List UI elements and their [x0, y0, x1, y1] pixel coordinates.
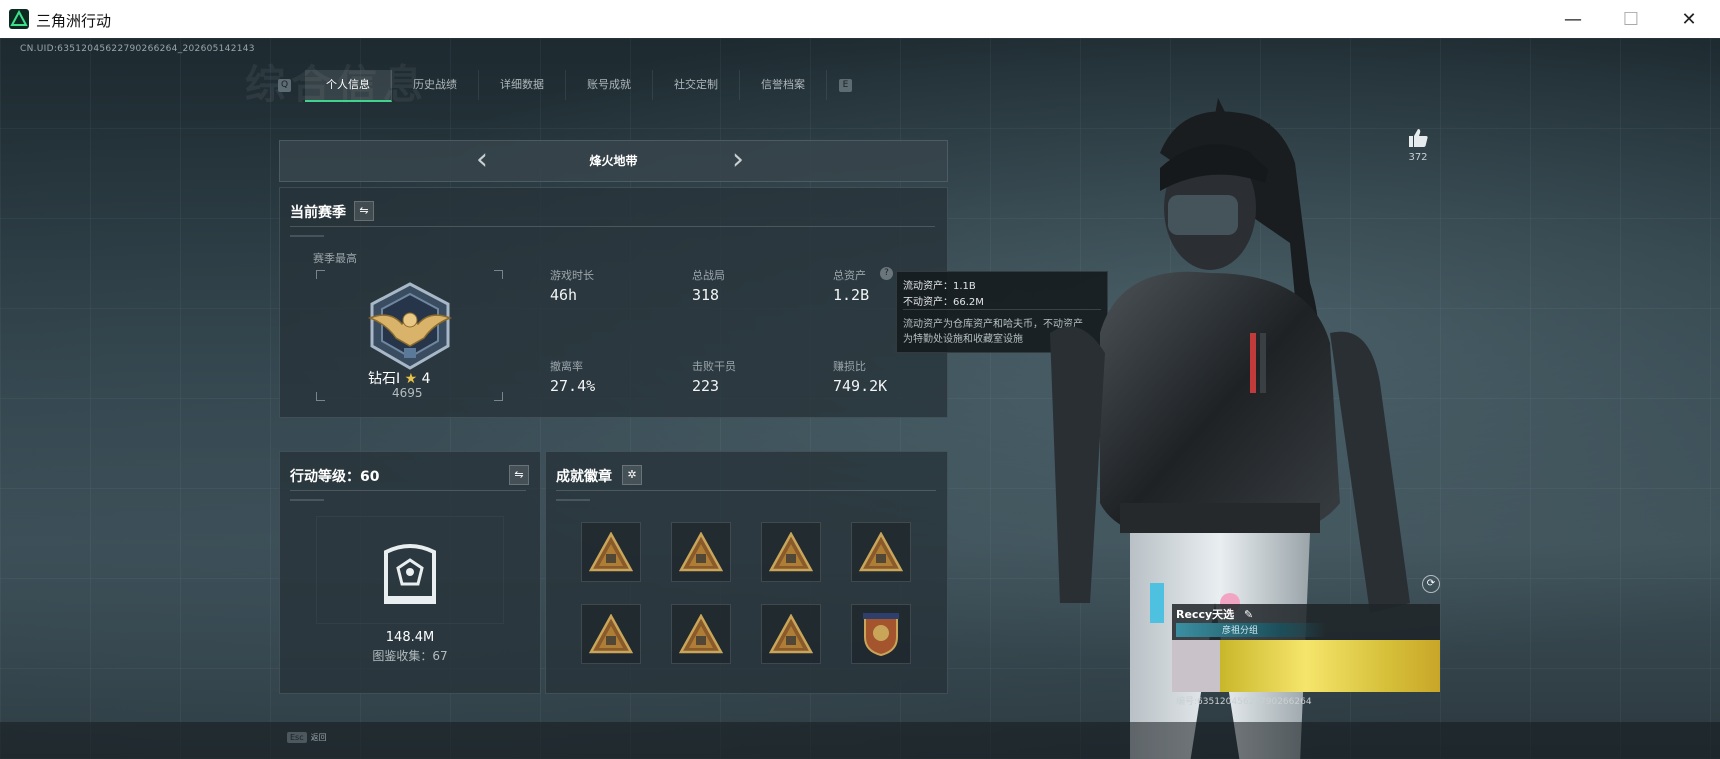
tab-social[interactable]: 社交定制	[653, 70, 740, 100]
refresh-button[interactable]: ⟳	[1422, 575, 1440, 593]
team-name: 彦祖分组	[1222, 626, 1259, 636]
profile-card-header: Reccy天选 ✎ 彦祖分组	[1172, 604, 1440, 640]
next-tab-key[interactable]: E	[839, 79, 852, 92]
level-panel: 行动等级：60 ⇋ 148.4M 图鉴收集：67	[279, 451, 541, 694]
player-name-text: Reccy天选	[1176, 608, 1235, 621]
achievement-badge[interactable]	[761, 522, 821, 582]
badges-settings-button[interactable]: ✲	[622, 465, 642, 485]
achievement-badge[interactable]	[581, 604, 641, 664]
stat-value-total-matches: 318	[692, 286, 720, 304]
rank-name: 钻石I ★ 4	[368, 368, 431, 388]
team-banner: 彦祖分组	[1176, 623, 1326, 637]
achievement-badge[interactable]	[671, 522, 731, 582]
esc-key[interactable]: Esc	[287, 732, 307, 743]
decor-dash	[556, 499, 590, 501]
game-scene: CN.UID:63512045622790266264_202605142143…	[0, 38, 1720, 759]
mode-selector: ‹ 烽火地带 ›	[279, 140, 948, 182]
player-name: Reccy天选 ✎	[1176, 606, 1253, 622]
window-titlebar: 三角洲行动 — ☐ ✕	[0, 0, 1720, 39]
achievement-badge[interactable]	[851, 604, 911, 664]
profile-card[interactable]: Reccy天选 ✎ 彦祖分组 编号:63512045622790266264	[1172, 604, 1440, 732]
season-title: 当前赛季	[290, 205, 346, 221]
prev-tab-key[interactable]: Q	[278, 79, 291, 92]
frame-corner	[316, 392, 325, 401]
esc-label: 返回	[310, 733, 327, 742]
mode-title: 烽火地带	[589, 154, 638, 168]
close-button[interactable]: ✕	[1660, 0, 1718, 38]
minimize-button[interactable]: —	[1544, 0, 1602, 38]
tooltip-fixed-assets: 不动资产：66.2M	[903, 297, 984, 308]
stat-value-playtime: 46h	[550, 286, 578, 304]
tooltip-desc-2: 为特勤处设施和收藏室设施	[903, 334, 1023, 345]
tab-list: 个人信息 历史战绩 详细数据 账号成就 社交定制 信誉档案	[305, 70, 827, 102]
help-icon[interactable]: ?	[880, 267, 893, 280]
frame-corner	[316, 270, 325, 279]
frame-corner	[494, 270, 503, 279]
tab-bar: Q 个人信息 历史战绩 详细数据 账号成就 社交定制 信誉档案 E	[275, 70, 855, 102]
badges-title: 成就徽章	[556, 469, 612, 485]
star-icon: ★	[404, 371, 418, 387]
edit-name-icon[interactable]: ✎	[1244, 608, 1253, 621]
player-id: 编号:63512045622790266264	[1176, 697, 1312, 707]
rank-emblem-icon	[362, 280, 458, 376]
stat-label-kills: 击败干员	[692, 360, 736, 373]
season-best-label: 赛季最高	[313, 252, 357, 265]
season-switch-button[interactable]: ⇋	[354, 201, 374, 221]
achievement-badge[interactable]	[671, 604, 731, 664]
window-title: 三角洲行动	[36, 12, 112, 30]
uid-label: CN.UID:63512045622790266264_202605142143	[20, 44, 255, 54]
tab-personal-info[interactable]: 个人信息	[305, 70, 392, 102]
frame-corner	[494, 392, 503, 401]
profile-card-image	[1172, 640, 1440, 692]
decor-dash	[290, 499, 324, 501]
rank-stars: 4	[421, 371, 431, 387]
tab-history[interactable]: 历史战绩	[392, 70, 479, 100]
app-logo-icon	[9, 9, 29, 29]
tab-achievements[interactable]: 账号成就	[566, 70, 653, 100]
bottom-bar: Esc 返回	[0, 722, 1720, 759]
stat-value-profit-ratio: 749.2K	[833, 377, 888, 395]
stat-value-kills: 223	[692, 377, 720, 395]
stat-label-playtime: 游戏时长	[550, 269, 594, 282]
divider	[290, 490, 526, 491]
collection-icon	[382, 538, 438, 610]
maximize-button[interactable]: ☐	[1602, 0, 1660, 38]
rank-label: 钻石I	[368, 371, 401, 387]
esc-back-hint[interactable]: Esc 返回	[287, 732, 327, 743]
badges-panel: 成就徽章 ✲	[545, 451, 948, 694]
divider	[556, 490, 936, 491]
stat-label-total-assets: 总资产	[833, 269, 866, 282]
stat-label-extract-rate: 撤离率	[550, 360, 583, 373]
tab-reputation[interactable]: 信誉档案	[740, 70, 827, 100]
level-title: 行动等级：60	[290, 469, 380, 485]
stat-label-profit-ratio: 赚损比	[833, 360, 866, 373]
mode-next-button[interactable]: ›	[732, 143, 744, 177]
stat-value-extract-rate: 27.4%	[550, 377, 596, 395]
tooltip-liquid-assets: 流动资产：1.1B	[903, 281, 976, 292]
divider	[290, 226, 935, 227]
stat-value-total-assets: 1.2B	[833, 286, 870, 304]
tab-detailed-data[interactable]: 详细数据	[479, 70, 566, 100]
decor-dash	[290, 235, 324, 237]
season-panel: 当前赛季 ⇋ 赛季最高 钻石I ★ 4 4695 游戏时长 46h 总战局 31…	[279, 187, 948, 418]
achievement-badge[interactable]	[581, 522, 641, 582]
achievement-badge[interactable]	[851, 522, 911, 582]
level-switch-button[interactable]: ⇋	[509, 465, 529, 485]
collection-value: 148.4M	[385, 630, 435, 645]
achievement-badge[interactable]	[761, 604, 821, 664]
rank-score: 4695	[392, 386, 423, 400]
collection-count: 图鉴收集：67	[372, 649, 448, 663]
stat-label-total-matches: 总战局	[692, 269, 725, 282]
